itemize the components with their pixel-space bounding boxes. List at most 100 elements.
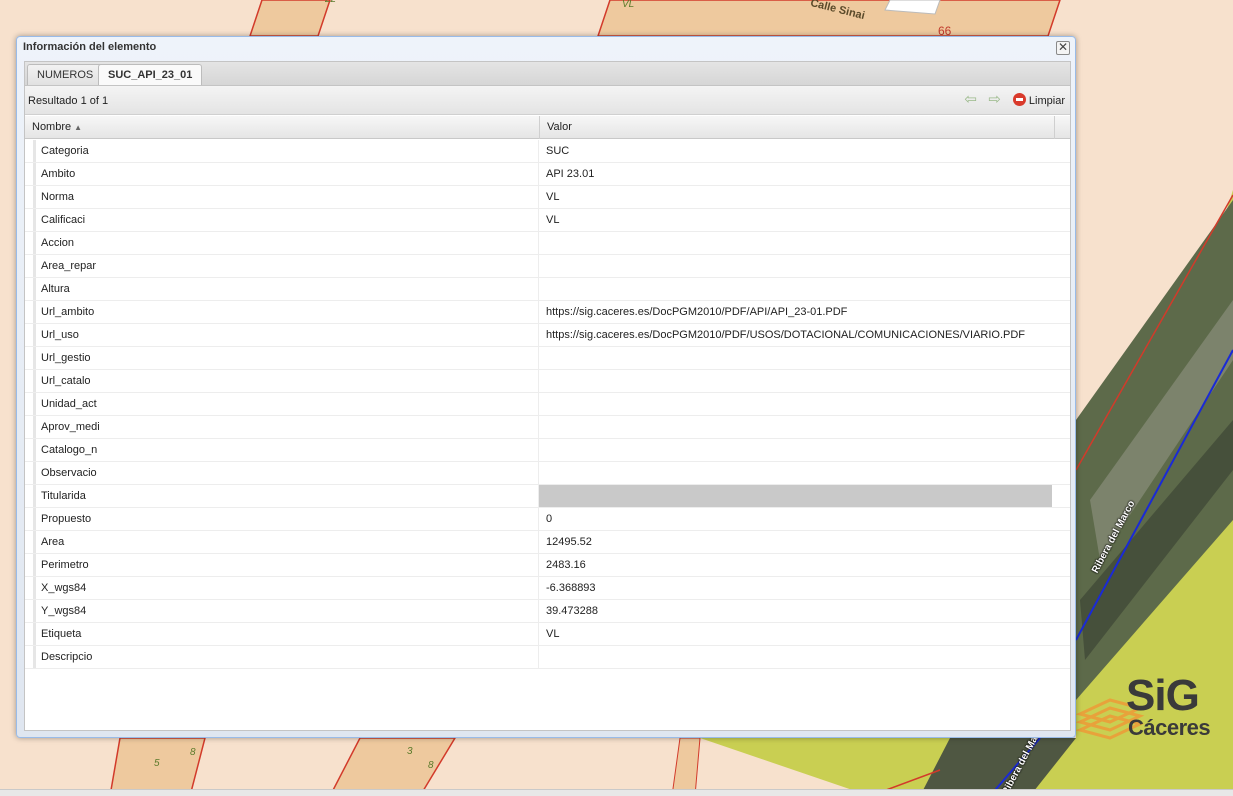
logo-city: Cáceres — [1128, 715, 1211, 740]
property-value-cell: https://sig.caceres.es/DocPGM2010/PDF/US… — [538, 324, 1052, 346]
table-row[interactable]: Area 12495.52 — [25, 531, 1070, 554]
property-value-cell: -6.368893 — [538, 577, 1052, 599]
property-name-cell: Descripcio — [33, 646, 538, 668]
property-value-cell: VL — [538, 209, 1052, 231]
table-row[interactable]: Categoria SUC — [25, 140, 1070, 163]
sig-caceres-logo: SiG Cáceres — [1078, 674, 1228, 744]
map-label-8b: 8 — [428, 760, 434, 771]
table-row[interactable]: Calificaci VL — [25, 209, 1070, 232]
property-value-cell: VL — [538, 623, 1052, 645]
property-value-cell — [538, 462, 1052, 484]
property-value-cell: 39.473288 — [538, 600, 1052, 622]
property-name-cell: Area_repar — [33, 255, 538, 277]
results-panel: Resultado 1 of 1 ⇦ ⇨ Limpiar Nombre ▲ Val… — [24, 85, 1071, 731]
sort-asc-icon: ▲ — [74, 123, 83, 132]
property-name-cell: Observacio — [33, 462, 538, 484]
result-count: Resultado 1 of 1 — [28, 95, 109, 107]
property-value-cell: 12495.52 — [538, 531, 1052, 553]
column-header-valor-label: Valor — [547, 121, 572, 133]
table-row[interactable]: Url_gestio — [25, 347, 1070, 370]
property-value-cell — [538, 232, 1052, 254]
property-value-cell — [538, 485, 1052, 507]
parcel-top-left — [248, 0, 331, 37]
close-icon[interactable]: ✕ — [1056, 41, 1070, 55]
property-name-cell: Unidad_act — [33, 393, 538, 415]
property-value-cell — [538, 278, 1052, 300]
property-value-cell — [538, 416, 1052, 438]
property-name-cell: Catalogo_n — [33, 439, 538, 461]
property-value-cell — [538, 393, 1052, 415]
table-row[interactable]: Etiqueta VL — [25, 623, 1070, 646]
table-row[interactable]: Area_repar — [25, 255, 1070, 278]
table-row[interactable]: Url_uso https://sig.caceres.es/DocPGM2010… — [25, 324, 1070, 347]
logo-brand: SiG — [1126, 671, 1200, 720]
grid-body: Categoria SUC Ambito API 23.01 Norma VL Califi… — [25, 140, 1070, 669]
property-name-cell: Aprov_medi — [33, 416, 538, 438]
arrow-right-icon[interactable]: ⇨ — [988, 92, 1001, 107]
property-name-cell: Calificaci — [33, 209, 538, 231]
property-name-cell: Url_gestio — [33, 347, 538, 369]
property-name-cell: Norma — [33, 186, 538, 208]
map-label-8a: 8 — [190, 747, 196, 758]
table-row[interactable]: Y_wgs84 39.473288 — [25, 600, 1070, 623]
arrow-left-icon[interactable]: ⇦ — [964, 92, 977, 107]
property-value-cell: API 23.01 — [538, 163, 1052, 185]
table-row[interactable]: Propuesto 0 — [25, 508, 1070, 531]
property-name-cell: Perimetro — [33, 554, 538, 576]
property-name-cell: X_wgs84 — [33, 577, 538, 599]
property-name-cell: Y_wgs84 — [33, 600, 538, 622]
table-row[interactable]: Perimetro 2483.16 — [25, 554, 1070, 577]
window-header[interactable]: Información del elemento ✕ — [17, 37, 1075, 59]
property-value-cell: https://sig.caceres.es/DocPGM2010/PDF/AP… — [538, 301, 1052, 323]
clear-button[interactable]: Limpiar — [1012, 93, 1065, 109]
column-header-valor[interactable]: Valor — [540, 116, 1055, 139]
map-label-vl: VL — [622, 0, 635, 10]
property-value-cell — [538, 439, 1052, 461]
grid-header: Nombre ▲ Valor — [25, 116, 1070, 139]
map-label-5: 5 — [154, 758, 160, 769]
property-name-cell: Propuesto — [33, 508, 538, 530]
table-row[interactable]: Aprov_medi — [25, 416, 1070, 439]
property-name-cell: Area — [33, 531, 538, 553]
map-label-22: 22 — [325, 0, 336, 5]
table-row[interactable]: Url_catalo — [25, 370, 1070, 393]
table-row[interactable]: Altura — [25, 278, 1070, 301]
map-label-3: 3 — [407, 746, 413, 757]
table-row[interactable]: Ambito API 23.01 — [25, 163, 1070, 186]
property-name-cell: Titularida — [33, 485, 538, 507]
tab-suc-api-23-01[interactable]: SUC_API_23_01 — [98, 64, 203, 87]
column-header-nombre-label: Nombre — [32, 121, 72, 133]
property-name-cell: Url_ambito — [33, 301, 538, 323]
table-row[interactable]: Observacio — [25, 462, 1070, 485]
property-name-cell: Ambito — [33, 163, 538, 185]
tab-numeros[interactable]: NUMEROS — [27, 64, 104, 86]
clear-label: Limpiar — [1028, 95, 1065, 107]
property-value-cell — [538, 255, 1052, 277]
property-value-cell — [538, 646, 1052, 668]
table-row[interactable]: Url_ambito https://sig.caceres.es/DocPGM2… — [25, 301, 1070, 324]
table-row[interactable]: X_wgs84 -6.368893 — [25, 577, 1070, 600]
property-value-cell: 0 — [538, 508, 1052, 530]
table-row[interactable]: Descripcio — [25, 646, 1070, 669]
property-value-cell: VL — [538, 186, 1052, 208]
property-value-cell — [538, 347, 1052, 369]
property-name-cell: Categoria — [33, 140, 538, 162]
table-row[interactable]: Norma VL — [25, 186, 1070, 209]
property-value-cell: 2483.16 — [538, 554, 1052, 576]
property-name-cell: Altura — [33, 278, 538, 300]
table-row[interactable]: Catalogo_n — [25, 439, 1070, 462]
column-header-nombre[interactable]: Nombre ▲ — [25, 116, 540, 139]
info-window[interactable]: Información del elemento ✕ NUMEROS SUC_A… — [16, 36, 1076, 738]
clear-icon — [1012, 93, 1026, 106]
tab-bar: NUMEROS SUC_API_23_01 — [24, 61, 1071, 87]
property-value-cell — [538, 370, 1052, 392]
results-toolbar: Resultado 1 of 1 ⇦ ⇨ Limpiar — [25, 86, 1070, 115]
table-row[interactable]: Unidad_act — [25, 393, 1070, 416]
property-name-cell: Accion — [33, 232, 538, 254]
window-title: Información del elemento — [23, 41, 157, 53]
property-value-cell: SUC — [538, 140, 1052, 162]
table-row[interactable]: Titularida — [25, 485, 1070, 508]
property-name-cell: Url_uso — [33, 324, 538, 346]
table-row[interactable]: Accion — [25, 232, 1070, 255]
property-name-cell: Url_catalo — [33, 370, 538, 392]
